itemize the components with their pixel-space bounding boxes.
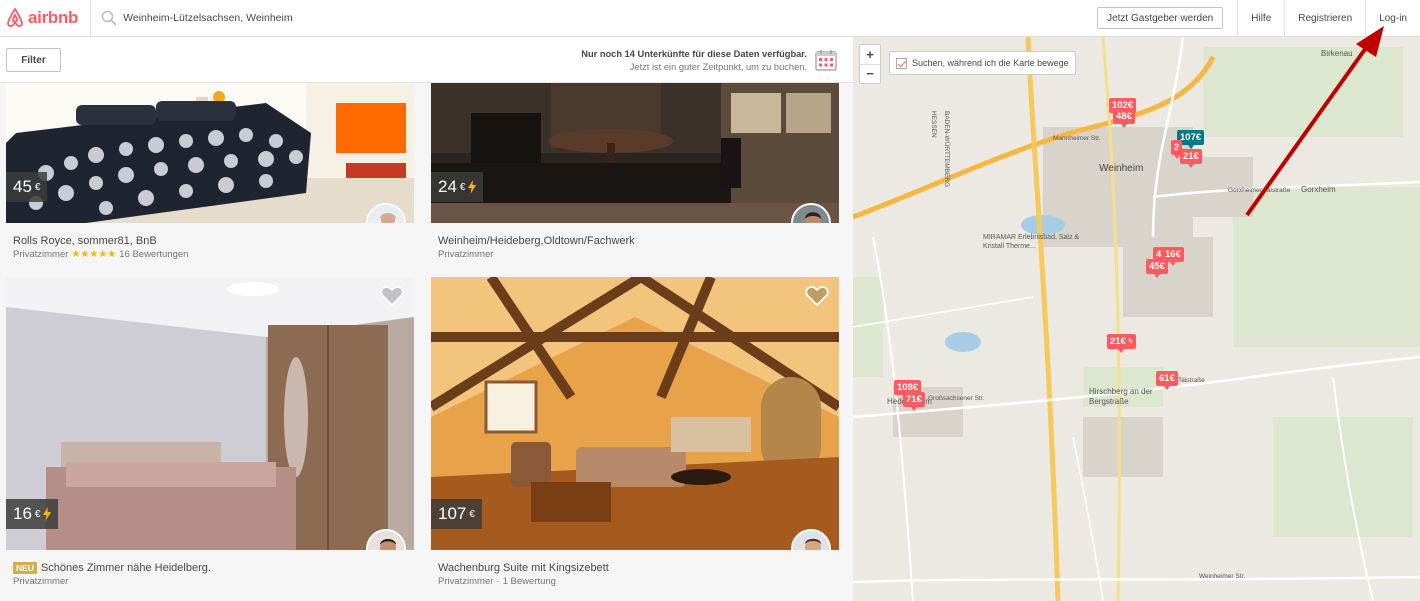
zoom-out-button[interactable]: − xyxy=(860,65,880,84)
listing-price: 45 € xyxy=(6,172,48,202)
street-label: Gorxheimer Talstraße xyxy=(1228,187,1291,194)
availability-notice-title: Nur noch 14 Unterkünfte für diese Daten … xyxy=(581,49,807,59)
price-currency: € xyxy=(34,508,41,520)
place-label: Birkenau xyxy=(1321,49,1353,58)
price-currency: € xyxy=(459,181,466,193)
nav-login[interactable]: Log-in xyxy=(1365,0,1420,37)
listing-meta: Privatzimmer xyxy=(13,576,68,587)
search-bar[interactable] xyxy=(91,0,1097,37)
become-host-button[interactable]: Jetzt Gastgeber werden xyxy=(1097,7,1224,29)
instant-book-icon xyxy=(468,180,477,194)
price-currency: € xyxy=(34,181,41,193)
map-tiles xyxy=(853,37,1420,601)
listing-meta: Privatzimmer ★★★★★ 16 Bewertungen xyxy=(13,249,188,260)
room-type: Privatzimmer xyxy=(13,576,69,587)
listing-meta: Privatzimmer · 1 Bewertung xyxy=(438,576,556,587)
place-label: Hirschberg an der Bergstraße xyxy=(1089,387,1153,406)
separator-dot: · xyxy=(496,576,500,587)
search-as-map-moves-label: Suchen, während ich die Karte bewege xyxy=(912,58,1069,68)
zoom-control: + − xyxy=(859,44,881,84)
map-price-pin[interactable]: 71€ xyxy=(903,392,925,411)
room-type: Privatzimmer xyxy=(438,576,494,587)
listing-title[interactable]: Wachenburg Suite mit Kingsizebett xyxy=(438,562,609,574)
price-amount: 107 xyxy=(438,504,467,523)
search-icon xyxy=(101,10,117,26)
listing-price: 16 € xyxy=(6,499,59,529)
living-room-photo xyxy=(431,83,839,223)
street-label: Mannheimer Str. xyxy=(1053,135,1101,142)
street-label: Weinheimer Str. xyxy=(1199,573,1246,580)
listing-card[interactable]: 16 € NEU Schönes Zimmer nähe Heidelberg. … xyxy=(6,277,414,587)
listing-title[interactable]: Rolls Royce, sommer81, BnB xyxy=(13,235,157,247)
listings-grid: 45 € Rolls Royce, sommer81, BnB Privatzi… xyxy=(0,83,853,601)
review-count: 1 Bewertung xyxy=(502,576,556,587)
listing-photo[interactable]: 45 € xyxy=(6,83,414,223)
price-currency: € xyxy=(469,508,475,520)
calendar-icon xyxy=(815,50,837,71)
pin-price: 21€ xyxy=(1110,336,1126,347)
rating-stars: ★★★★★ xyxy=(71,249,117,260)
bedroom-photo xyxy=(6,277,414,550)
listing-title[interactable]: NEU Schönes Zimmer nähe Heidelberg. xyxy=(13,562,211,575)
instant-book-icon xyxy=(43,507,52,521)
listing-meta: Privatzimmer xyxy=(438,249,493,260)
region-label: BADEN-WÜRTTEMBERG xyxy=(943,111,950,188)
listing-photo[interactable]: 16 € xyxy=(6,277,414,550)
map-view[interactable]: + − Suchen, während ich die Karte bewege… xyxy=(853,37,1420,601)
listing-card[interactable]: 107 € Wachenburg Suite mit Kingsizebett … xyxy=(431,277,839,587)
map-price-pin[interactable]: 45€ xyxy=(1146,259,1168,278)
search-as-map-moves[interactable]: Suchen, während ich die Karte bewege xyxy=(889,51,1076,75)
review-count: 16 Bewertungen xyxy=(119,249,189,260)
airbnb-logo-icon xyxy=(7,8,23,27)
price-amount: 16 xyxy=(13,504,32,523)
listing-photo[interactable]: 107 € xyxy=(431,277,839,550)
room-type: Privatzimmer xyxy=(13,249,69,260)
nav-help[interactable]: Hilfe xyxy=(1237,0,1284,37)
availability-notice: Nur noch 14 Unterkünfte für diese Daten … xyxy=(581,48,807,74)
street-label: Talstraße xyxy=(1178,377,1205,384)
listing-price: 24 € xyxy=(431,172,484,202)
instant-book-icon: ϟ xyxy=(1128,337,1133,346)
place-label: Gorxheim xyxy=(1301,185,1336,194)
heart-icon[interactable] xyxy=(380,285,404,307)
attic-suite-photo xyxy=(431,277,839,550)
listing-card[interactable]: 24 € Weinheim/Heideberg,Oldtown/Fachwerk… xyxy=(431,83,839,260)
listing-title-text: Schönes Zimmer nähe Heidelberg. xyxy=(40,562,211,574)
place-label: Weinheim xyxy=(1099,163,1144,174)
map-price-pin[interactable]: 61€ xyxy=(1156,371,1178,390)
filter-button[interactable]: Filter xyxy=(6,48,61,72)
heart-icon[interactable] xyxy=(805,285,829,307)
street-label: Großsachsener Str. xyxy=(928,395,985,402)
room-type: Privatzimmer xyxy=(438,249,494,260)
airbnb-logo[interactable]: airbnb xyxy=(0,0,92,37)
brand-name: airbnb xyxy=(28,8,79,27)
listing-card[interactable]: 45 € Rolls Royce, sommer81, BnB Privatzi… xyxy=(6,83,414,260)
region-label: HESSEN xyxy=(930,111,937,138)
listing-price: 107 € xyxy=(431,499,482,529)
new-badge: NEU xyxy=(13,562,37,575)
zoom-in-button[interactable]: + xyxy=(860,45,880,65)
top-header: airbnb Jetzt Gastgeber werden Hilfe Regi… xyxy=(0,0,1420,37)
price-amount: 45 xyxy=(13,177,32,196)
location-search-input[interactable] xyxy=(123,12,424,24)
bedroom-photo xyxy=(6,83,414,223)
map-price-pin[interactable]: 21€ ϟ xyxy=(1107,334,1136,353)
filter-bar: Filter Nur noch 14 Unterkünfte für diese… xyxy=(0,37,853,83)
map-price-pin[interactable]: 21€ xyxy=(1180,149,1202,168)
search-as-map-moves-checkbox[interactable] xyxy=(896,57,907,69)
availability-notice-subtitle: Jetzt ist ein guter Zeitpunkt, um zu buc… xyxy=(629,62,807,72)
map-price-pin[interactable]: 48€ xyxy=(1113,109,1135,128)
listing-title[interactable]: Weinheim/Heideberg,Oldtown/Fachwerk xyxy=(438,235,635,247)
place-label: MIRAMAR Erlebnisbad, Salz & Kristall The… xyxy=(983,234,1080,250)
price-amount: 24 xyxy=(438,177,457,196)
nav-signup[interactable]: Registrieren xyxy=(1284,0,1365,37)
listing-photo[interactable]: 24 € xyxy=(431,83,839,223)
